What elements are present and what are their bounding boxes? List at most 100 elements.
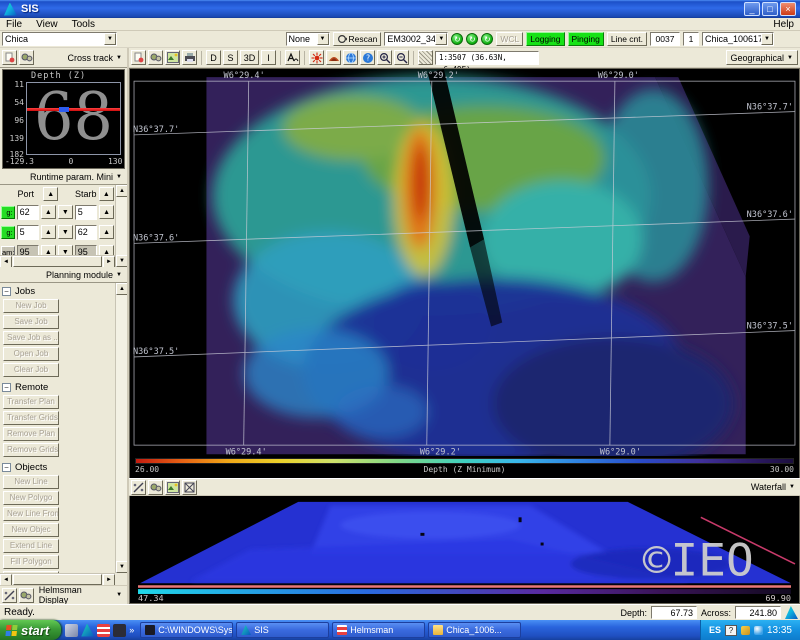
save-job-as-button[interactable]: Save Job as ...: [3, 331, 59, 345]
messenger-tray-icon[interactable]: [754, 626, 763, 635]
fill-polygon-button[interactable]: Fill Polygon: [3, 555, 59, 569]
port-angle-field[interactable]: 5: [17, 225, 39, 240]
clear-job-button[interactable]: Clear Job: [3, 363, 59, 377]
menu-tools[interactable]: Tools: [72, 19, 95, 30]
new-line-from-button[interactable]: New Line From...: [3, 507, 59, 521]
runtime-horizontal-scrollbar[interactable]: ◄ ►: [0, 255, 115, 267]
spin-down-button[interactable]: ▼: [58, 225, 73, 239]
spin-down-button[interactable]: ▼: [58, 205, 73, 219]
collapse-icon[interactable]: −: [2, 383, 11, 392]
chevron-down-icon[interactable]: ▼: [317, 33, 329, 45]
scroll-up-icon[interactable]: ▲: [116, 185, 127, 197]
spin-up-button[interactable]: ▲: [41, 225, 56, 239]
menu-help[interactable]: Help: [773, 19, 794, 30]
runtime-vertical-scrollbar[interactable]: ▲ ▼: [115, 185, 127, 267]
starboard-increase-all-button[interactable]: ▲: [99, 187, 114, 201]
remove-plan-button[interactable]: Remove Plan: [3, 427, 59, 441]
scroll-left-icon[interactable]: ◄: [0, 256, 12, 267]
taskbar-clock[interactable]: 13:35: [767, 625, 792, 636]
hatch-icon[interactable]: [418, 50, 433, 65]
spin-up-button[interactable]: ▲: [99, 225, 114, 239]
wcl-button[interactable]: WCL: [496, 32, 523, 46]
measure-icon[interactable]: [131, 480, 146, 495]
starboard-angle-field[interactable]: 5: [75, 205, 97, 220]
scroll-left-icon[interactable]: ◄: [0, 574, 12, 585]
open-job-button[interactable]: Open Job: [3, 347, 59, 361]
rescan-button[interactable]: Rescan: [333, 32, 382, 46]
chevron-down-icon[interactable]: ▼: [435, 33, 447, 45]
planning-horizontal-scrollbar[interactable]: ◄ ►: [0, 573, 115, 585]
ascope-icon[interactable]: [285, 50, 300, 65]
survey-combo[interactable]: Chica_100617 ▼: [702, 32, 774, 46]
gears-icon[interactable]: [19, 50, 34, 65]
starboard-angle-field[interactable]: 62: [75, 225, 97, 240]
titlebar[interactable]: SIS _ □ ×: [0, 0, 800, 18]
gears-icon[interactable]: [19, 588, 34, 603]
extend-line-button[interactable]: Extend Line: [3, 539, 59, 553]
line-number-field[interactable]: 0037: [650, 32, 680, 46]
language-indicator[interactable]: ES: [709, 625, 721, 635]
scrollbar-thumb[interactable]: [13, 574, 102, 585]
port-increase-all-button[interactable]: ▲: [43, 187, 58, 201]
scroll-up-icon[interactable]: ▲: [116, 283, 127, 295]
display-combo[interactable]: None ▼: [286, 32, 330, 46]
image-icon[interactable]: [165, 480, 180, 495]
scroll-down-icon[interactable]: ▼: [116, 255, 127, 267]
geographic-map-view[interactable]: W6°29.4' W6°29.2' W6°29.0' W6°29.4' W6°2…: [129, 68, 800, 456]
new-polygon-button[interactable]: New Polygo: [3, 491, 59, 505]
scroll-right-icon[interactable]: ►: [103, 574, 115, 585]
collapse-icon[interactable]: −: [2, 463, 11, 472]
slope-mode-button[interactable]: S: [223, 50, 238, 65]
quick-launch-expand-icon[interactable]: »: [129, 625, 134, 635]
close-button[interactable]: ×: [780, 2, 796, 16]
pin-icon[interactable]: [131, 50, 146, 65]
scroll-right-icon[interactable]: ►: [103, 256, 115, 267]
zoom-out-icon[interactable]: [394, 50, 409, 65]
app-shortcut-icon[interactable]: [65, 624, 78, 637]
3d-mode-button[interactable]: 3D: [240, 50, 259, 65]
helmsman-shortcut-icon[interactable]: [97, 624, 110, 637]
help-icon[interactable]: ?: [360, 50, 375, 65]
sounder-combo[interactable]: EM3002_345 ▼: [384, 32, 448, 46]
measure-icon[interactable]: [2, 588, 17, 603]
chevron-down-icon[interactable]: ▼: [761, 33, 773, 45]
logging-button[interactable]: Logging: [526, 32, 564, 46]
pin-icon[interactable]: [2, 50, 17, 65]
console-shortcut-icon[interactable]: [113, 624, 126, 637]
maximize-button[interactable]: □: [762, 2, 778, 16]
transfer-plan-button[interactable]: Transfer Plan: [3, 395, 59, 409]
restart-icon[interactable]: ↻: [481, 33, 493, 45]
restart-icon[interactable]: ↻: [466, 33, 478, 45]
vessel-combo[interactable]: Chica ▼: [2, 32, 117, 46]
gears-icon[interactable]: [148, 50, 163, 65]
fit-view-icon[interactable]: [182, 480, 197, 495]
save-job-button[interactable]: Save Job: [3, 315, 59, 329]
planning-vertical-scrollbar[interactable]: ▲ ▼: [115, 283, 127, 573]
transfer-grids-button[interactable]: Transfer Grids: [3, 411, 59, 425]
new-job-button[interactable]: New Job: [3, 299, 59, 313]
scale-position-field[interactable]: 1:3507 (36.63N, -6.49E): [435, 51, 539, 65]
intensity-mode-button[interactable]: I: [261, 50, 276, 65]
taskbar-window-sis[interactable]: SIS: [236, 622, 329, 638]
spin-up-button[interactable]: ▲: [99, 205, 114, 219]
update-tray-icon[interactable]: [741, 626, 750, 635]
runtime-param-dropdown[interactable]: Runtime param. Mini ▼: [27, 170, 125, 184]
gears-icon[interactable]: [148, 480, 163, 495]
sis-shortcut-icon[interactable]: [81, 624, 94, 637]
view-mode-dropdown[interactable]: Geographical ▼: [726, 50, 799, 65]
printer-icon[interactable]: [182, 50, 197, 65]
taskbar-window-folder[interactable]: Chica_1006...: [428, 622, 521, 638]
new-line-button[interactable]: New Line: [3, 475, 59, 489]
seabed-icon[interactable]: [326, 50, 341, 65]
waterfall-dropdown[interactable]: Waterfall ▼: [748, 480, 798, 494]
keyboard-layout-icon[interactable]: ?: [725, 625, 737, 636]
line-count-button[interactable]: Line cnt.: [607, 32, 647, 46]
menu-view[interactable]: View: [36, 19, 58, 30]
port-angle-field[interactable]: 62: [17, 205, 39, 220]
taskbar-window-helmsman[interactable]: Helmsman: [332, 622, 425, 638]
remove-grids-button[interactable]: Remove Grids: [3, 443, 59, 457]
image-icon[interactable]: [165, 50, 180, 65]
zoom-in-icon[interactable]: [377, 50, 392, 65]
pinging-button[interactable]: Pinging: [568, 32, 604, 46]
menu-file[interactable]: File: [6, 19, 22, 30]
